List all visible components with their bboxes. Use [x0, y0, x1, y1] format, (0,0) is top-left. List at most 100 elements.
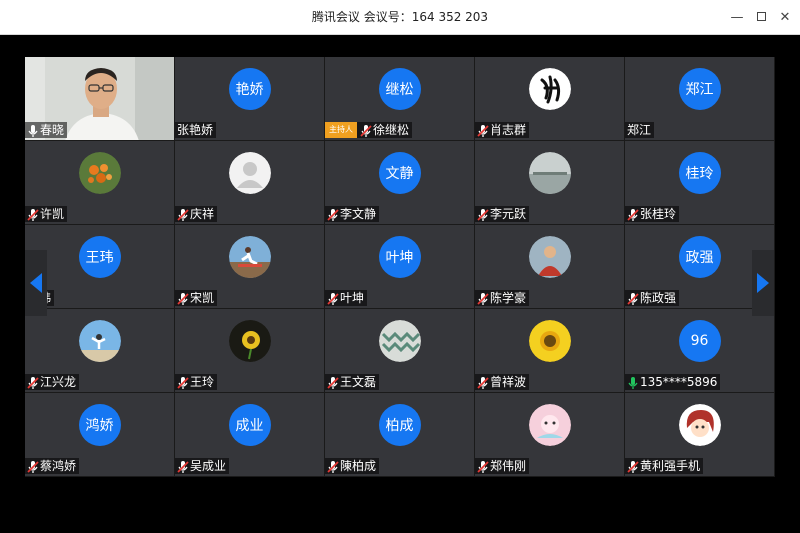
participant-name: 陈政强: [640, 291, 677, 305]
close-button[interactable]: ✕: [770, 0, 800, 35]
mic-muted-icon: [627, 291, 639, 305]
participant-name: 陈学豪: [490, 291, 527, 305]
participant-tile[interactable]: 许凯: [25, 141, 175, 225]
mic-muted-icon: [177, 291, 189, 305]
mic-muted-icon: [327, 291, 339, 305]
avatar: 96: [678, 320, 721, 362]
participant-name: 庆祥: [190, 207, 215, 221]
name-bar: 蔡鸿娇: [25, 458, 80, 474]
name-bar: 主持人 徐继松: [325, 122, 413, 138]
participant-tile[interactable]: 成业 吴成业: [175, 393, 325, 477]
participant-tile[interactable]: 郑伟刚: [475, 393, 625, 477]
participant-name: 宋凯: [190, 291, 215, 305]
name-bar: 李文静: [325, 206, 380, 222]
avatar: 王玮: [78, 236, 121, 278]
title-bar: 腾讯会议 会议号：164 352 203 — ✕: [0, 0, 800, 35]
participant-tile[interactable]: 李元跃: [475, 141, 625, 225]
participant-tile[interactable]: 曾祥波: [475, 309, 625, 393]
name-bar: 郑伟刚: [475, 458, 530, 474]
participant-tile[interactable]: 郑江 郑江: [625, 57, 775, 141]
mic-muted-icon: [627, 207, 639, 221]
participant-tile[interactable]: 宋凯: [175, 225, 325, 309]
arrow-right-icon: [757, 273, 769, 293]
participant-name: 吴成业: [190, 459, 227, 473]
name-bar: 陳柏成: [325, 458, 380, 474]
participant-tile[interactable]: 继松主持人 徐继松: [325, 57, 475, 141]
participant-tile[interactable]: 春晓: [25, 57, 175, 141]
participant-tile[interactable]: 叶坤 叶坤: [325, 225, 475, 309]
participant-name: 江兴龙: [40, 375, 77, 389]
mic-muted-icon: [327, 207, 339, 221]
participant-tile[interactable]: 王文磊: [325, 309, 475, 393]
avatar: 继松: [378, 68, 421, 110]
avatar: 艳娇: [228, 68, 271, 110]
mic-muted-icon: [327, 375, 339, 389]
mic-icon: [27, 123, 39, 137]
participant-tile[interactable]: 王玲: [175, 309, 325, 393]
name-bar: 叶坤: [325, 290, 368, 306]
name-bar: 张艳娇: [175, 122, 217, 138]
participant-name: 张桂玲: [640, 207, 677, 221]
mic-muted-icon: [477, 123, 489, 137]
mic-muted-icon: [27, 207, 39, 221]
avatar: 成业: [228, 404, 271, 446]
participant-tile[interactable]: 王玮王玮: [25, 225, 175, 309]
participant-name: 陳柏成: [340, 459, 377, 473]
participant-name: 春晓: [40, 123, 65, 137]
flowers-icon: [78, 152, 121, 194]
previous-page-button[interactable]: [25, 250, 47, 316]
participant-name: 叶坤: [340, 291, 365, 305]
mic-muted-icon: [177, 207, 189, 221]
name-bar: 王文磊: [325, 374, 380, 390]
window-title: 腾讯会议 会议号：164 352 203: [311, 10, 489, 24]
avatar: 文静: [378, 152, 421, 194]
sunflower-icon: [528, 320, 571, 362]
participant-grid: 春晓 艳娇 张艳娇 继松 主持人 徐继松 肖志群 郑江 郑江 许凯 庆祥 文静 李文静 李元跃 桂玲 张桂玲王…: [25, 57, 775, 477]
participant-name: 蔡鸿娇: [40, 459, 77, 473]
portrait-icon: [528, 236, 571, 278]
mic-muted-icon: [27, 375, 39, 389]
next-page-button[interactable]: [752, 250, 774, 316]
minimize-icon: —: [730, 10, 744, 25]
participant-tile[interactable]: 江兴龙: [25, 309, 175, 393]
mic-icon: [627, 375, 639, 389]
participant-tile[interactable]: 96 135****5896: [625, 309, 775, 393]
participant-tile[interactable]: 艳娇 张艳娇: [175, 57, 325, 141]
participant-tile[interactable]: 鸿娇 蔡鸿娇: [25, 393, 175, 477]
name-bar: 陈学豪: [475, 290, 530, 306]
name-bar: 李元跃: [475, 206, 530, 222]
name-bar: 许凯: [25, 206, 68, 222]
name-bar: 春晓: [25, 122, 68, 138]
avatar: 柏成: [378, 404, 421, 446]
name-bar: 张桂玲: [625, 206, 680, 222]
default-user-icon: [228, 152, 271, 194]
participant-name: 许凯: [40, 207, 65, 221]
participant-name: 徐继松: [373, 123, 410, 137]
participant-tile[interactable]: 陈学豪: [475, 225, 625, 309]
name-bar: 肖志群: [475, 122, 530, 138]
participant-tile[interactable]: 文静李文静: [325, 141, 475, 225]
close-icon: ✕: [779, 10, 791, 25]
name-bar: 王玲: [175, 374, 218, 390]
participant-tile[interactable]: 肖志群: [475, 57, 625, 141]
mic-muted-icon: [477, 375, 489, 389]
participant-tile[interactable]: 桂玲 张桂玲: [625, 141, 775, 225]
host-badge: 主持人: [325, 122, 357, 138]
participant-name: 王文磊: [340, 375, 377, 389]
name-bar: 宋凯: [175, 290, 218, 306]
mic-muted-icon: [477, 291, 489, 305]
participant-tile[interactable]: 柏成 陳柏成: [325, 393, 475, 477]
mic-muted-icon: [477, 207, 489, 221]
participant-tile[interactable]: 黄利强手机: [625, 393, 775, 477]
sunflower-dark-icon: [228, 320, 271, 362]
pattern-icon: [378, 320, 421, 362]
participant-name: 王玲: [190, 375, 215, 389]
participant-name: 曾祥波: [490, 375, 527, 389]
cartoon-girl-icon: [678, 404, 721, 446]
participant-name: 肖志群: [490, 123, 527, 137]
name-bar: 吴成业: [175, 458, 230, 474]
participant-tile[interactable]: 庆祥: [175, 141, 325, 225]
lake-icon: [528, 152, 571, 194]
name-bar: 郑江: [625, 122, 655, 138]
name-bar: 135****5896: [625, 374, 721, 390]
